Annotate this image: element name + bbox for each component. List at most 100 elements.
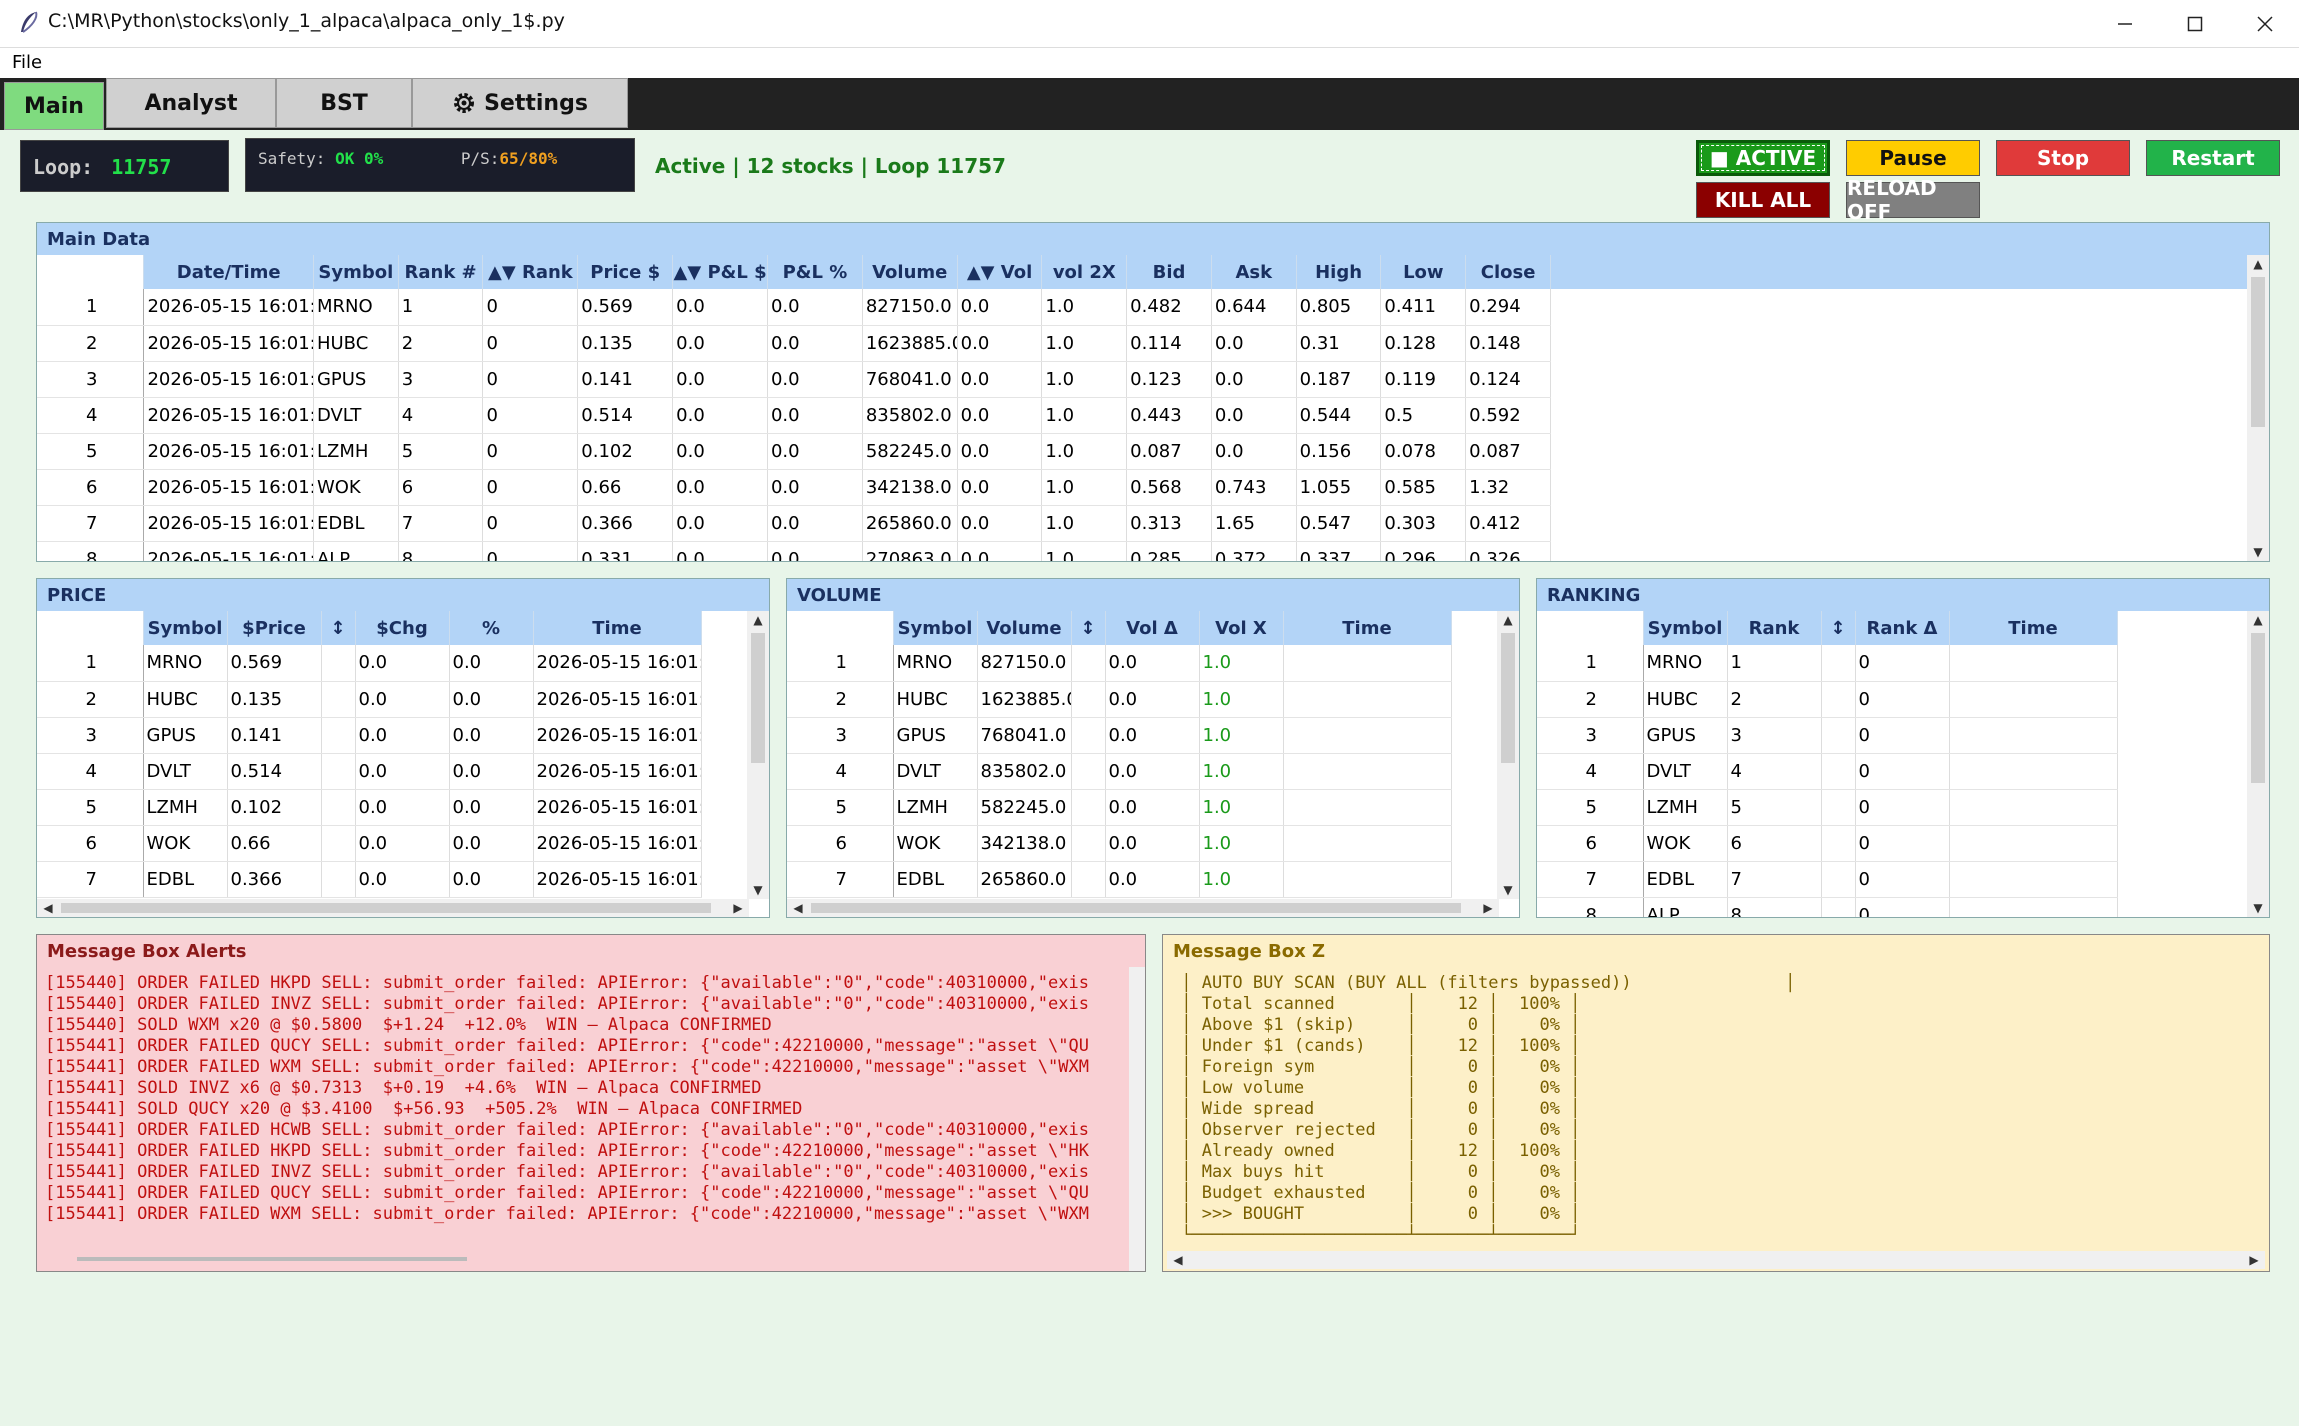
table-row[interactable]: 4 2026-05-15 16:01: DVLT 4 0 0.514 0.0 0.0 83580… — [37, 397, 1551, 434]
tab-settings[interactable]: Settings — [412, 78, 628, 128]
scroll-down-arrow-icon[interactable]: ▼ — [2247, 901, 2269, 915]
column-header[interactable]: Symbol — [313, 255, 399, 289]
close-button[interactable] — [2230, 0, 2299, 48]
table-row[interactable]: 2 2026-05-15 16:01: HUBC 2 0 0.135 0.0 0.0 16238… — [37, 325, 1551, 362]
scroll-down-arrow-icon[interactable]: ▼ — [747, 883, 769, 897]
menu-file[interactable]: File — [12, 52, 42, 73]
column-header[interactable]: Vol X — [1199, 611, 1284, 645]
column-header[interactable]: High — [1296, 255, 1382, 289]
maximize-button[interactable] — [2160, 0, 2230, 48]
table-row[interactable]: 2 HUBC 2 0 — [1537, 681, 2205, 718]
column-header[interactable]: Symbol — [1643, 611, 1728, 645]
kill-all-button[interactable]: KILL ALL — [1696, 182, 1830, 218]
scroll-left-arrow-icon[interactable]: ◀ — [37, 901, 59, 915]
table-row[interactable]: 2 HUBC 0.135 0.0 0.0 2026-05-15 16:01: — [37, 681, 741, 718]
reload-toggle-button[interactable]: RELOAD OFF — [1846, 176, 1980, 224]
table-row[interactable]: 5 LZMH 582245.0 0.0 1.0 — [787, 789, 1491, 826]
column-header[interactable]: $Chg — [355, 611, 450, 645]
column-header[interactable]: Price $ — [577, 255, 674, 289]
column-header[interactable]: Close — [1465, 255, 1551, 289]
column-header[interactable]: Ask — [1211, 255, 1297, 289]
table-row[interactable]: 3 GPUS 768041.0 0.0 1.0 — [787, 717, 1491, 754]
column-header[interactable]: Volume — [862, 255, 958, 289]
column-header[interactable]: Time — [1949, 611, 2118, 645]
msgz-hscroll[interactable]: ◀ ▶ — [1167, 1251, 2265, 1269]
table-row[interactable]: 1 MRNO 0.569 0.0 0.0 2026-05-15 16:01: — [37, 645, 741, 682]
column-header[interactable]: Time — [533, 611, 702, 645]
table-row[interactable]: 4 DVLT 835802.0 0.0 1.0 — [787, 753, 1491, 790]
minimize-button[interactable] — [2090, 0, 2160, 48]
column-header[interactable]: Low — [1380, 255, 1467, 289]
table-row[interactable]: 7 2026-05-15 16:01: EDBL 7 0 0.366 0.0 0.0 26586… — [37, 505, 1551, 542]
column-header[interactable]: Bid — [1126, 255, 1212, 289]
table-row[interactable]: 7 EDBL 265860.0 0.0 1.0 — [787, 861, 1491, 898]
table-row[interactable]: 6 WOK 342138.0 0.0 1.0 — [787, 825, 1491, 862]
main-data-vscroll[interactable]: ▲ ▼ — [2247, 255, 2269, 561]
column-header[interactable]: ▲▼ P&L $ — [672, 255, 768, 289]
column-header[interactable]: Rank — [1727, 611, 1822, 645]
active-indicator-button[interactable]: ■ ACTIVE — [1696, 140, 1830, 176]
column-header[interactable]: ▲▼ Vol — [957, 255, 1043, 289]
scroll-right-arrow-icon[interactable]: ▶ — [2243, 1253, 2265, 1267]
table-row[interactable]: 4 DVLT 0.514 0.0 0.0 2026-05-15 16:01: — [37, 753, 741, 790]
msgz-log[interactable]: │ AUTO BUY SCAN (BUY ALL (filters bypass… — [1171, 973, 2241, 1243]
column-header[interactable]: Rank # — [398, 255, 484, 289]
column-header[interactable]: $Price — [227, 611, 322, 645]
scroll-down-arrow-icon[interactable]: ▼ — [1497, 883, 1519, 897]
alerts-vscroll[interactable] — [1129, 967, 1145, 1271]
table-row[interactable]: 1 MRNO 1 0 — [1537, 645, 2205, 682]
table-row[interactable]: 3 GPUS 3 0 — [1537, 717, 2205, 754]
price-hscroll[interactable]: ◀ ▶ — [37, 899, 749, 917]
table-row[interactable]: 3 GPUS 0.141 0.0 0.0 2026-05-15 16:01: — [37, 717, 741, 754]
price-vscroll[interactable]: ▲ ▼ — [747, 611, 769, 899]
column-header[interactable]: ↕ — [1821, 611, 1856, 645]
table-row[interactable]: 1 2026-05-15 16:01: MRNO 1 0 0.569 0.0 0.0 82715… — [37, 289, 1551, 326]
ranking-vscroll[interactable]: ▲ ▼ — [2247, 611, 2269, 917]
table-row[interactable]: 7 EDBL 7 0 — [1537, 861, 2205, 898]
table-row[interactable]: 1 MRNO 827150.0 0.0 1.0 — [787, 645, 1491, 682]
tab-main[interactable]: Main — [4, 82, 104, 130]
scroll-up-arrow-icon[interactable]: ▲ — [2247, 257, 2269, 271]
table-row[interactable]: 5 2026-05-15 16:01: LZMH 5 0 0.102 0.0 0.0 58224… — [37, 433, 1551, 470]
column-header[interactable]: Time — [1283, 611, 1452, 645]
alerts-log[interactable]: [155440] ORDER FAILED HKPD SELL: submit_… — [45, 973, 1125, 1225]
column-header[interactable]: Symbol — [143, 611, 228, 645]
scroll-right-arrow-icon[interactable]: ▶ — [1477, 901, 1499, 915]
table-row[interactable]: 3 2026-05-15 16:01: GPUS 3 0 0.141 0.0 0.0 76804… — [37, 361, 1551, 398]
table-row[interactable]: 5 LZMH 5 0 — [1537, 789, 2205, 826]
volume-hscroll[interactable]: ◀ ▶ — [787, 899, 1499, 917]
table-row[interactable]: 6 WOK 6 0 — [1537, 825, 2205, 862]
column-header[interactable]: ▲▼ Rank — [482, 255, 579, 289]
column-header[interactable]: ↕ — [1071, 611, 1106, 645]
column-header[interactable]: Date/Time — [143, 255, 314, 289]
column-header[interactable]: vol 2X — [1041, 255, 1128, 289]
column-header[interactable]: Rank Δ — [1855, 611, 1950, 645]
alerts-hscroll[interactable] — [57, 1249, 1127, 1267]
table-row[interactable]: 7 EDBL 0.366 0.0 0.0 2026-05-15 16:01: — [37, 861, 741, 898]
table-row[interactable]: 5 LZMH 0.102 0.0 0.0 2026-05-15 16:01: — [37, 789, 741, 826]
scroll-down-arrow-icon[interactable]: ▼ — [2247, 545, 2269, 559]
scroll-left-arrow-icon[interactable]: ◀ — [787, 901, 809, 915]
table-row[interactable]: 8 2026-05-15 16:01: ALP 8 0 0.331 0.0 0.0 270863… — [37, 541, 1551, 561]
scroll-right-arrow-icon[interactable]: ▶ — [727, 901, 749, 915]
table-row[interactable]: 6 2026-05-15 16:01: WOK 6 0 0.66 0.0 0.0 342138.… — [37, 469, 1551, 506]
scroll-up-arrow-icon[interactable]: ▲ — [2247, 613, 2269, 627]
stop-button[interactable]: Stop — [1996, 140, 2130, 176]
column-header[interactable]: Volume — [977, 611, 1072, 645]
restart-button[interactable]: Restart — [2146, 140, 2280, 176]
table-row[interactable]: 8 ALP 8 0 — [1537, 897, 2205, 917]
tab-analyst[interactable]: Analyst — [106, 78, 276, 128]
volume-vscroll[interactable]: ▲ ▼ — [1497, 611, 1519, 899]
column-header[interactable]: ↕ — [321, 611, 356, 645]
pause-button[interactable]: Pause — [1846, 140, 1980, 176]
scroll-left-arrow-icon[interactable]: ◀ — [1167, 1253, 1189, 1267]
table-row[interactable]: 4 DVLT 4 0 — [1537, 753, 2205, 790]
column-header[interactable]: P&L % — [767, 255, 863, 289]
column-header[interactable]: % — [449, 611, 534, 645]
scroll-up-arrow-icon[interactable]: ▲ — [747, 613, 769, 627]
tab-bst[interactable]: BST — [276, 78, 412, 128]
table-row[interactable]: 6 WOK 0.66 0.0 0.0 2026-05-15 16:01: — [37, 825, 741, 862]
column-header[interactable]: Symbol — [893, 611, 978, 645]
scroll-up-arrow-icon[interactable]: ▲ — [1497, 613, 1519, 627]
column-header[interactable]: Vol Δ — [1105, 611, 1200, 645]
